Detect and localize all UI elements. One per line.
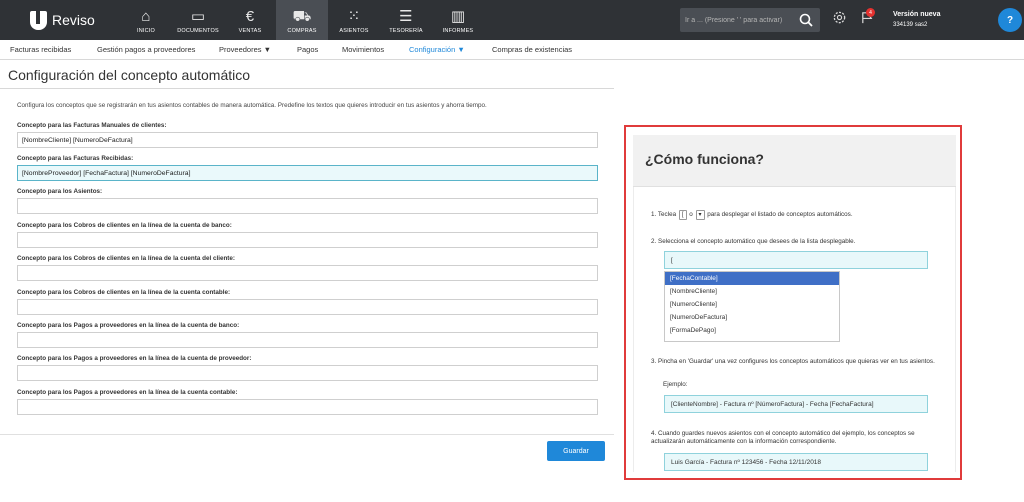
bracket-key: [ bbox=[678, 210, 687, 220]
nav-label: VENTAS bbox=[238, 28, 262, 34]
field-label-pagos-banco: Concepto para los Pagos a proveedores en… bbox=[17, 322, 240, 329]
help-button[interactable]: ? bbox=[998, 8, 1022, 32]
nav-label: DOCUMENTOS bbox=[177, 28, 219, 34]
field-label-cobros-banco: Concepto para los Cobros de clientes en … bbox=[17, 222, 232, 229]
input-cobros-banco[interactable] bbox=[17, 232, 598, 248]
step1-pre: 1. Teclea bbox=[651, 211, 677, 218]
help-step-4: 4. Cuando guardes nuevos asientos con el… bbox=[651, 430, 915, 445]
folder-icon: ▭ bbox=[190, 8, 206, 25]
save-button[interactable]: Guardar bbox=[547, 441, 605, 461]
example-label: Ejemplo: bbox=[663, 381, 688, 388]
euro-icon: € bbox=[245, 8, 255, 25]
dropdown-option: [NumeroCliente] bbox=[670, 301, 717, 308]
reviso-logo-icon bbox=[30, 10, 47, 30]
reviso-logo[interactable]: Reviso bbox=[30, 9, 95, 31]
version-info[interactable]: Versión nueva 334139 sas2 bbox=[893, 10, 940, 30]
top-bar: Reviso ⌂ INICIO ▭ DOCUMENTOS € VENTAS ⛟ … bbox=[0, 0, 1024, 40]
search-box bbox=[680, 8, 820, 32]
field-label-pagos-proveedor: Concepto para los Pagos a proveedores en… bbox=[17, 355, 252, 362]
field-label-cobros-contable: Concepto para los Cobros de clientes en … bbox=[17, 289, 231, 296]
truck-icon: ⛟ bbox=[292, 8, 312, 25]
settings-gear-icon[interactable] bbox=[832, 10, 847, 29]
subnav-pagos[interactable]: Pagos bbox=[297, 45, 318, 54]
home-icon: ⌂ bbox=[141, 8, 151, 25]
nav-label: TESORERÍA bbox=[389, 28, 423, 34]
help-panel-body: 1. Teclea [ o ▾ para desplegar el listad… bbox=[633, 187, 956, 472]
example-concept-value: [ClienteNombre] - Factura nº [NúmeroFact… bbox=[664, 395, 928, 413]
search-input[interactable] bbox=[680, 8, 792, 32]
main-nav: ⌂ INICIO ▭ DOCUMENTOS € VENTAS ⛟ COMPRAS… bbox=[120, 0, 484, 40]
logo-text: Reviso bbox=[52, 12, 95, 28]
help-panel-title: ¿Cómo funciona? bbox=[645, 151, 764, 167]
page-title: Configuración del concepto automático bbox=[8, 67, 251, 83]
step1-post: para desplegar el listado de conceptos a… bbox=[707, 211, 853, 218]
dropdown-option: [FechaContable] bbox=[665, 272, 839, 285]
nav-label: INICIO bbox=[136, 28, 155, 34]
dropdown-option: [NombreCliente] bbox=[670, 288, 717, 295]
version-sub: 334139 sas2 bbox=[893, 22, 928, 28]
field-label-pagos-contable: Concepto para los Pagos a proveedores en… bbox=[17, 389, 238, 396]
sub-nav: Facturas recibidas Gestión pagos a prove… bbox=[0, 40, 1024, 60]
version-title: Versión nueva bbox=[893, 11, 941, 18]
help-step-3: 3. Pincha en 'Guardar' una vez configure… bbox=[651, 358, 935, 365]
input-asientos[interactable] bbox=[17, 198, 598, 214]
input-facturas-manuales[interactable] bbox=[17, 132, 598, 148]
search-button[interactable] bbox=[792, 8, 820, 32]
help-step-1: 1. Teclea [ o ▾ para desplegar el listad… bbox=[651, 210, 853, 220]
subnav-facturas-recibidas[interactable]: Facturas recibidas bbox=[10, 45, 71, 54]
bar-chart-icon: ▥ bbox=[450, 8, 466, 25]
dropdown-option: [NumeroDeFactura] bbox=[670, 314, 728, 321]
nav-asientos[interactable]: ⁙ ASIENTOS bbox=[328, 0, 380, 40]
arrow-down-key-icon: ▾ bbox=[695, 210, 705, 220]
input-pagos-proveedor[interactable] bbox=[17, 365, 598, 381]
help-panel-header: ¿Cómo funciona? bbox=[633, 135, 956, 187]
subnav-compras-existencias[interactable]: Compras de existencias bbox=[492, 45, 572, 54]
search-icon bbox=[799, 13, 813, 27]
example-result-value: Luis García - Factura nº 123456 - Fecha … bbox=[664, 453, 928, 471]
input-pagos-contable[interactable] bbox=[17, 399, 598, 415]
how-it-works-panel: ¿Cómo funciona? 1. Teclea [ o ▾ para des… bbox=[624, 125, 962, 480]
intro-text: Configura los conceptos que se registrar… bbox=[17, 102, 487, 109]
input-facturas-recibidas[interactable] bbox=[17, 165, 598, 181]
nav-label: COMPRAS bbox=[287, 28, 317, 34]
subnav-configuracion[interactable]: Configuración ▼ bbox=[409, 45, 465, 54]
subnav-movimientos[interactable]: Movimientos bbox=[342, 45, 384, 54]
nav-label: INFORMES bbox=[442, 28, 474, 34]
dropdown-option: [FormaDePago] bbox=[670, 327, 716, 334]
subnav-gestion-pagos[interactable]: Gestión pagos a proveedores bbox=[97, 45, 195, 54]
grid-icon: ⁙ bbox=[347, 8, 361, 25]
coins-stack-icon: ☰ bbox=[399, 8, 413, 25]
field-label-asientos: Concepto para los Asientos: bbox=[17, 188, 103, 195]
step1-or: o bbox=[689, 211, 693, 218]
notification-badge: 4 bbox=[866, 8, 875, 17]
form-divider bbox=[0, 434, 614, 435]
nav-inicio[interactable]: ⌂ INICIO bbox=[120, 0, 172, 40]
input-pagos-banco[interactable] bbox=[17, 332, 598, 348]
field-label-cobros-cliente: Concepto para los Cobros de clientes en … bbox=[17, 255, 236, 262]
field-label-facturas-manuales: Concepto para las Facturas Manuales de c… bbox=[17, 122, 167, 129]
nav-ventas[interactable]: € VENTAS bbox=[224, 0, 276, 40]
field-label-facturas-recibidas: Concepto para las Facturas Recibidas: bbox=[17, 155, 134, 162]
input-cobros-contable[interactable] bbox=[17, 299, 598, 315]
nav-compras[interactable]: ⛟ COMPRAS bbox=[276, 0, 328, 40]
title-divider bbox=[0, 88, 614, 89]
help-step-2: 2. Selecciona el concepto automático que… bbox=[651, 238, 856, 245]
subnav-proveedores[interactable]: Proveedores ▼ bbox=[219, 45, 271, 54]
nav-documentos[interactable]: ▭ DOCUMENTOS bbox=[172, 0, 224, 40]
concept-dropdown: [FechaContable] [NombreCliente] [NumeroC… bbox=[664, 271, 840, 342]
input-cobros-cliente[interactable] bbox=[17, 265, 598, 281]
nav-informes[interactable]: ▥ INFORMES bbox=[432, 0, 484, 40]
nav-tesoreria[interactable]: ☰ TESORERÍA bbox=[380, 0, 432, 40]
nav-label: ASIENTOS bbox=[339, 28, 369, 34]
example-concept-input: [ bbox=[664, 251, 928, 269]
